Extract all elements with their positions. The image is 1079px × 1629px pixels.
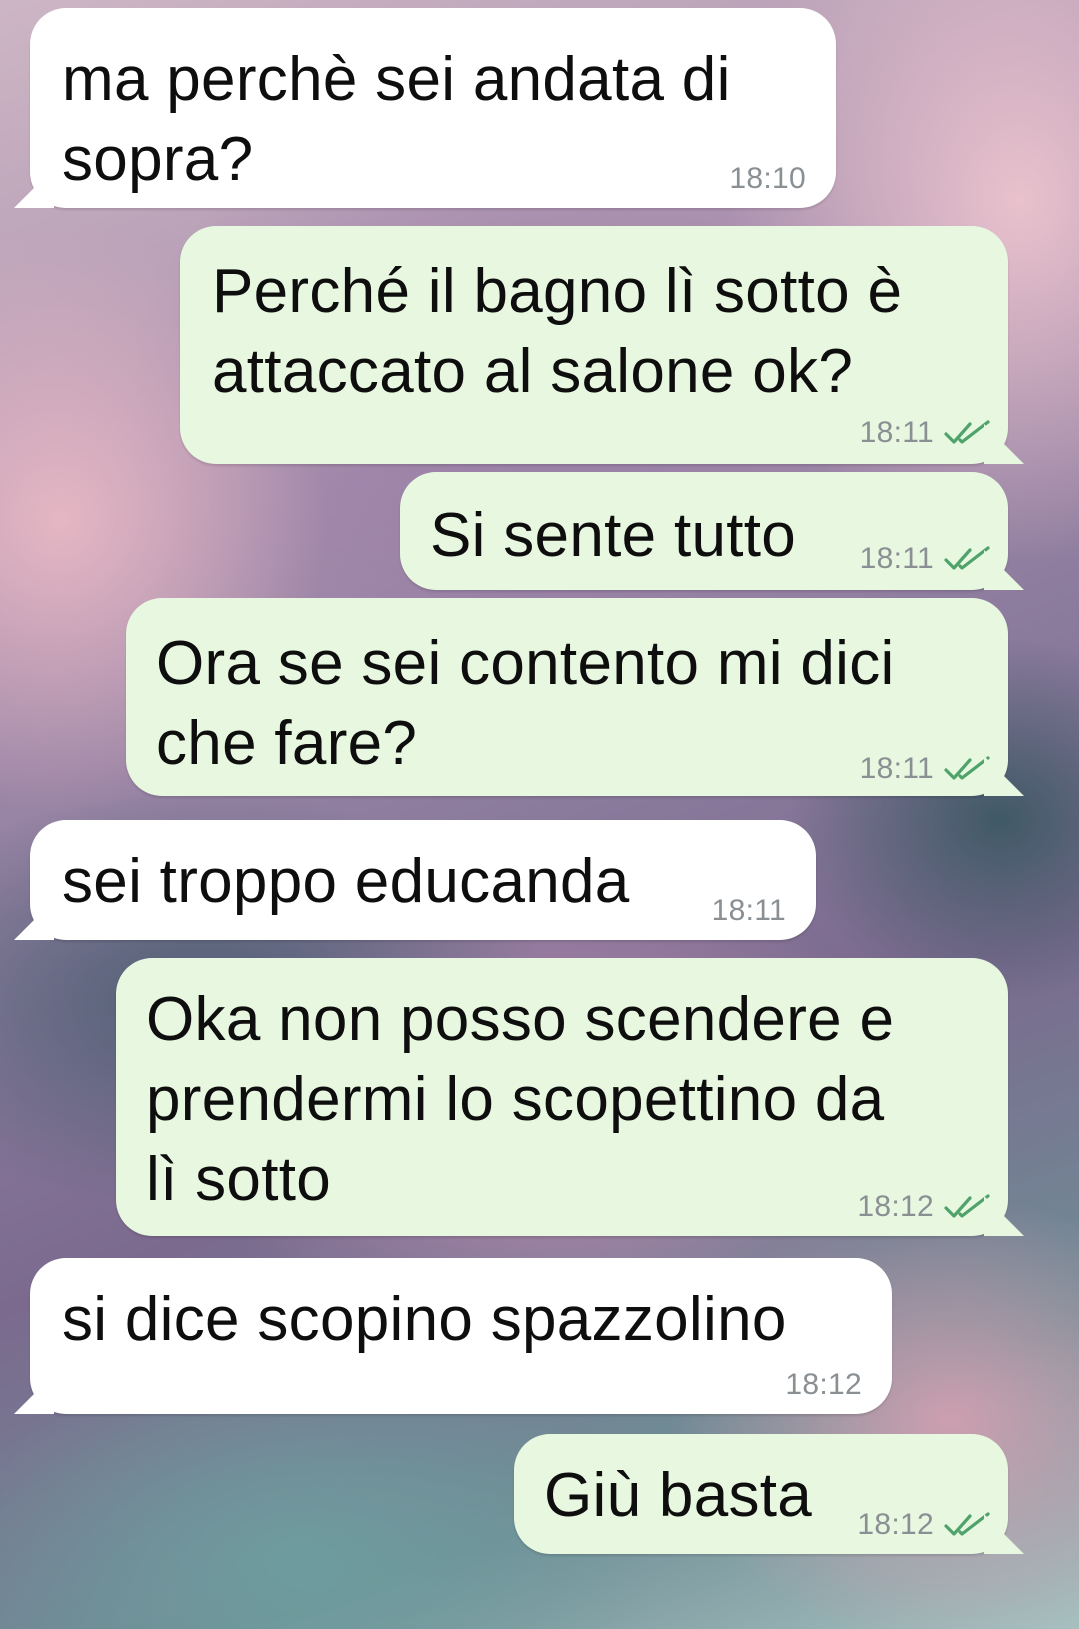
message-line: sei troppo educanda bbox=[62, 847, 630, 916]
message-line: Giù basta bbox=[544, 1461, 813, 1530]
message-text: sei troppo educanda bbox=[62, 842, 630, 922]
message-bubble-incoming[interactable]: si dice scopino spazzolino 18:12 bbox=[30, 1258, 892, 1414]
message-meta: 18:11 bbox=[860, 542, 990, 576]
message-text: Giù basta bbox=[544, 1456, 812, 1536]
message-line: Si sente tutto bbox=[430, 501, 797, 570]
message-meta: 18:11 bbox=[860, 416, 990, 450]
message-time: 18:12 bbox=[857, 1508, 934, 1541]
message-line: si dice scopino spazzolino bbox=[62, 1285, 787, 1354]
double-check-icon bbox=[944, 420, 990, 444]
message-text: ma perchè sei andata di sopra? bbox=[62, 40, 731, 200]
double-check-icon bbox=[944, 756, 990, 780]
message-meta: 18:12 bbox=[857, 1190, 990, 1224]
message-bubble-outgoing[interactable]: Ora se sei contento mi dici che fare? 18… bbox=[126, 598, 1008, 796]
message-line: attaccato al salone ok? bbox=[212, 337, 854, 406]
double-check-icon bbox=[944, 546, 990, 570]
message-bubble-outgoing[interactable]: Giù basta 18:12 bbox=[514, 1434, 1008, 1554]
message-line: Ora se sei contento mi dici bbox=[156, 629, 895, 698]
message-time: 18:11 bbox=[859, 542, 934, 575]
message-time: 18:10 bbox=[729, 162, 806, 195]
message-meta: 18:12 bbox=[857, 1508, 990, 1542]
message-text: si dice scopino spazzolino bbox=[62, 1280, 787, 1360]
message-bubble-incoming[interactable]: ma perchè sei andata di sopra? 18:10 bbox=[30, 8, 836, 208]
message-bubble-outgoing[interactable]: Si sente tutto 18:11 bbox=[400, 472, 1008, 590]
message-text: Oka non posso scendere e prendermi lo sc… bbox=[146, 980, 894, 1220]
message-meta: 18:11 bbox=[712, 894, 786, 928]
message-line: ma perchè sei andata di bbox=[62, 45, 731, 114]
message-time: 18:11 bbox=[711, 894, 786, 927]
message-meta: 18:11 bbox=[860, 752, 990, 786]
message-bubble-outgoing[interactable]: Oka non posso scendere e prendermi lo sc… bbox=[116, 958, 1008, 1236]
message-time: 18:12 bbox=[785, 1368, 862, 1401]
message-meta: 18:12 bbox=[785, 1368, 862, 1402]
message-line: Oka non posso scendere e bbox=[146, 985, 895, 1054]
message-time: 18:12 bbox=[857, 1190, 934, 1223]
message-line: lì sotto bbox=[146, 1145, 332, 1214]
message-line: sopra? bbox=[62, 125, 254, 194]
message-line: che fare? bbox=[156, 709, 418, 778]
double-check-icon bbox=[944, 1512, 990, 1536]
message-text: Ora se sei contento mi dici che fare? bbox=[156, 624, 895, 784]
message-bubble-outgoing[interactable]: Perché il bagno lì sotto è attaccato al … bbox=[180, 226, 1008, 464]
message-text: Si sente tutto bbox=[430, 496, 796, 576]
message-bubble-incoming[interactable]: sei troppo educanda 18:11 bbox=[30, 820, 816, 940]
message-time: 18:11 bbox=[859, 416, 934, 449]
double-check-icon bbox=[944, 1194, 990, 1218]
message-line: Perché il bagno lì sotto è bbox=[212, 257, 903, 326]
message-line: prendermi lo scopettino da bbox=[146, 1065, 885, 1134]
message-meta: 18:10 bbox=[729, 162, 806, 196]
message-text: Perché il bagno lì sotto è attaccato al … bbox=[212, 252, 902, 412]
message-time: 18:11 bbox=[859, 752, 934, 785]
